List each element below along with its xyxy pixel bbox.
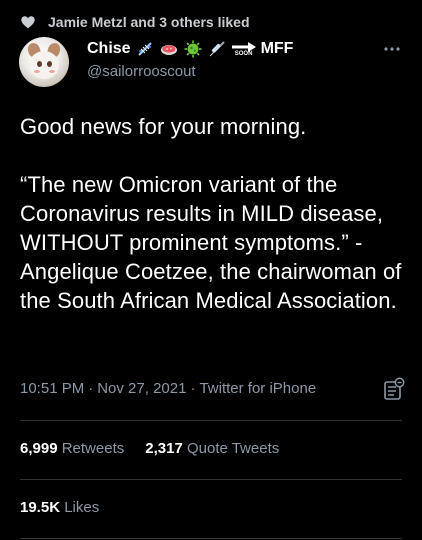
quote-tweets-count: 2,317: [145, 440, 183, 457]
quote-tweets-stat[interactable]: 2,317 Quote Tweets: [145, 440, 279, 457]
author-name-suffix: MFF: [260, 40, 294, 57]
soon-arrow-icon: SOON: [231, 41, 257, 57]
quote-tweets-label: Quote Tweets: [186, 440, 280, 457]
tweet-date[interactable]: Nov 27, 2021: [97, 380, 186, 397]
retweets-count: 6,999: [20, 440, 58, 457]
divider: [20, 420, 402, 421]
social-context-text: Jamie Metzl and 3 others liked: [48, 14, 250, 30]
author-name-row[interactable]: Chise SOON MFF: [87, 39, 293, 59]
syringe-emoji-icon: [209, 41, 225, 57]
petri-dish-emoji-icon: [160, 45, 177, 55]
meta-separator: ·: [88, 380, 94, 397]
social-context[interactable]: Jamie Metzl and 3 others liked: [20, 12, 250, 32]
tweet-stats: 6,999 Retweets 2,317 Quote Tweets: [20, 440, 279, 457]
tweet-text: Good news for your morning. “The new Omi…: [20, 112, 405, 315]
microbe-emoji-icon: [184, 40, 202, 58]
dna-emoji-icon: [137, 42, 152, 56]
retweets-stat[interactable]: 6,999 Retweets: [20, 440, 124, 457]
author-handle[interactable]: @sailorrooscout: [87, 63, 196, 80]
avatar[interactable]: [19, 37, 69, 87]
tweet-paragraph: Good news for your morning.: [20, 114, 307, 139]
likes-label: Likes: [64, 499, 100, 516]
tweet-time[interactable]: 10:51 PM: [20, 380, 84, 397]
likes-count: 19.5K: [20, 499, 61, 516]
likes-stat[interactable]: 19.5K Likes: [20, 499, 99, 516]
soon-label: SOON: [234, 51, 253, 57]
tweet-paragraph: “The new Omicron variant of the Coronavi…: [20, 172, 402, 313]
more-options-icon[interactable]: [382, 44, 402, 54]
heart-icon: [21, 16, 35, 29]
retweets-label: Retweets: [61, 440, 125, 457]
tweet-meta: 10:51 PM · Nov 27, 2021 · Twitter for iP…: [20, 380, 316, 397]
author-display-name[interactable]: Chise: [87, 40, 131, 58]
analytics-icon[interactable]: [383, 377, 405, 401]
meta-separator: ·: [190, 380, 196, 397]
tweet-source[interactable]: Twitter for iPhone: [199, 380, 316, 397]
divider: [20, 538, 402, 539]
divider: [20, 479, 402, 480]
